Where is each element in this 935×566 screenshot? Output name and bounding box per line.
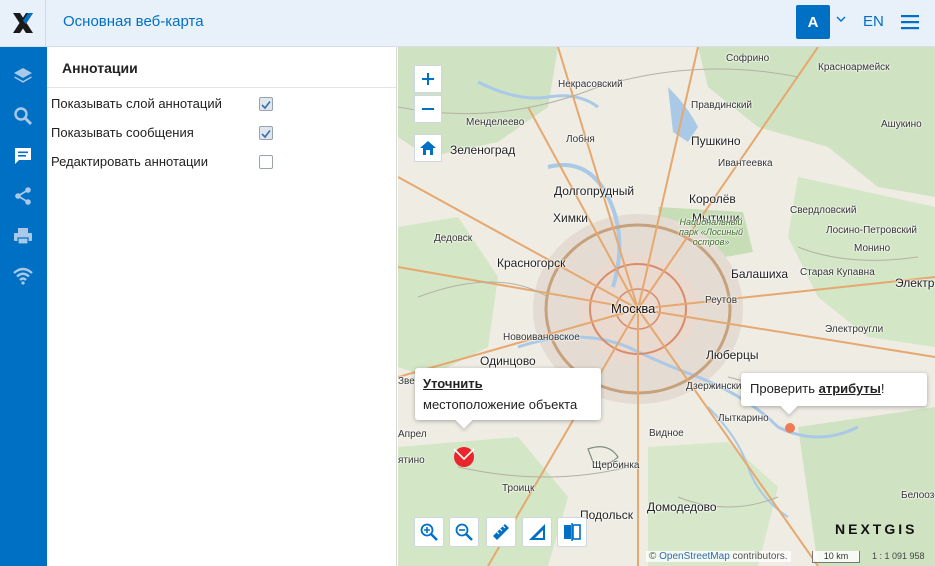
user-avatar-button[interactable]: A	[796, 5, 830, 39]
map-label: Королёв	[689, 192, 736, 206]
zoom-out-button[interactable]	[414, 95, 442, 123]
map-label: Правдинский	[691, 100, 753, 111]
ruler-icon	[493, 524, 509, 540]
checkmark-icon	[261, 101, 271, 110]
map-label: Лобня	[566, 134, 595, 145]
annotation-marker[interactable]	[785, 423, 795, 433]
map-label: Щербинка	[592, 460, 640, 471]
map-label: Домодедово	[647, 500, 717, 514]
annotations-icon[interactable]	[11, 144, 35, 168]
nextgis-logo[interactable]	[0, 0, 46, 46]
map-label: Национальный парк «Лосиный остров»	[679, 217, 743, 247]
measure-distance-button[interactable]	[486, 517, 516, 547]
show-messages-checkbox[interactable]	[259, 126, 273, 140]
home-extent-button[interactable]	[414, 134, 442, 162]
option-show-annotations-layer[interactable]: Показывать слой аннотаций	[51, 94, 381, 114]
annotation-popup-left[interactable]: Уточнить местоположение объекта	[415, 368, 601, 420]
map-label: Новоивановское	[503, 332, 580, 343]
popup-link[interactable]: Уточнить	[423, 376, 483, 391]
search-icon[interactable]	[11, 104, 35, 128]
map-label: Пушкино	[691, 134, 741, 148]
language-switch[interactable]: EN	[863, 13, 884, 30]
show-annotations-layer-checkbox[interactable]	[259, 97, 273, 111]
chevron-down-icon[interactable]	[836, 14, 846, 24]
print-icon[interactable]	[11, 224, 35, 248]
map-label: Ивантеевка	[718, 158, 773, 169]
left-sidebar	[0, 47, 47, 566]
app-title[interactable]: Основная веб-карта	[63, 13, 204, 30]
map-label: Химки	[553, 211, 588, 225]
measure-area-button[interactable]	[522, 517, 552, 547]
map-attribution: © OpenStreetMap contributors.	[646, 551, 791, 562]
map-label: Электр	[895, 276, 935, 290]
annotation-marker[interactable]	[453, 447, 475, 467]
map-label: Одинцово	[480, 354, 536, 368]
map-label: Свердловский	[790, 205, 857, 216]
swipe-compare-button[interactable]	[557, 517, 587, 547]
popup-text-prefix: Проверить	[750, 381, 819, 396]
popup-text: местоположение объекта	[423, 397, 578, 412]
zoom-out-box-icon	[455, 523, 473, 541]
swipe-icon	[564, 523, 581, 541]
plus-icon	[422, 73, 434, 85]
map-label: Люберцы	[706, 348, 759, 362]
map-label: Троицк	[502, 483, 535, 494]
map-label: Дедовск	[434, 233, 473, 244]
map-label: Лосино-Петровский	[826, 225, 917, 236]
map-label: Красноармейск	[818, 62, 890, 73]
map-label: Долгопрудный	[554, 184, 635, 198]
map-label: Красногорск	[497, 256, 566, 270]
map-label: Дзержинский	[686, 381, 748, 392]
map-label: Балашиха	[731, 267, 789, 281]
nextgis-x-icon	[12, 13, 33, 33]
map-label: Подольск	[580, 508, 633, 522]
popup-text-suffix: !	[880, 381, 885, 396]
nextgis-watermark: NEXTGIS	[835, 521, 918, 537]
wifi-icon[interactable]	[11, 264, 35, 288]
zoom-in-box-button[interactable]	[414, 517, 444, 547]
home-icon	[420, 141, 436, 155]
checkmark-icon	[261, 130, 271, 139]
map-label: Электроугли	[825, 324, 884, 335]
scale-bar: 10 km	[812, 551, 860, 563]
zoom-in-button[interactable]	[414, 65, 442, 93]
map-label: Белоозё	[901, 490, 935, 501]
map-label: Лыткарино	[718, 413, 769, 424]
panel-title: Аннотации	[62, 60, 138, 76]
hamburger-menu-icon[interactable]	[900, 14, 920, 30]
minus-icon	[422, 108, 434, 110]
share-icon[interactable]	[11, 184, 35, 208]
map-label: Софрино	[726, 53, 770, 64]
layers-icon[interactable]	[11, 64, 35, 88]
zoom-in-box-icon	[420, 523, 438, 541]
map-view[interactable]: Софрино Красноармейск Некрасовский Правд…	[398, 47, 935, 566]
map-label: Некрасовский	[558, 79, 623, 90]
map-label: Старая Купавна	[800, 267, 875, 278]
option-label: Редактировать аннотации	[51, 154, 208, 169]
top-header: Основная веб-карта A EN	[0, 0, 935, 47]
edit-annotations-checkbox[interactable]	[259, 155, 273, 169]
annotation-popup-right[interactable]: Проверить атрибуты!	[741, 373, 927, 406]
area-measure-icon	[529, 524, 545, 540]
panel-divider	[47, 87, 397, 88]
map-label: Зеленоград	[450, 143, 516, 157]
map-label: Москва	[611, 301, 656, 316]
option-label: Показывать сообщения	[51, 125, 194, 140]
osm-link[interactable]: OpenStreetMap	[659, 551, 730, 562]
map-label: Видное	[649, 428, 684, 439]
map-label: Апрел	[398, 429, 427, 440]
option-label: Показывать слой аннотаций	[51, 96, 222, 111]
scale-ratio: 1 : 1 091 958	[872, 551, 925, 561]
map-label: Менделеево	[466, 117, 525, 128]
zoom-out-box-button[interactable]	[449, 517, 479, 547]
map-label: Ашукино	[881, 119, 922, 130]
map-label: Монино	[854, 243, 891, 254]
popup-link[interactable]: атрибуты	[819, 381, 881, 396]
map-label: Реутов	[705, 295, 738, 306]
option-show-messages[interactable]: Показывать сообщения	[51, 123, 381, 143]
annotations-panel: Аннотации Показывать слой аннотаций Пока…	[47, 47, 397, 566]
map-label: ятино	[398, 455, 425, 466]
option-edit-annotations[interactable]: Редактировать аннотации	[51, 152, 381, 172]
